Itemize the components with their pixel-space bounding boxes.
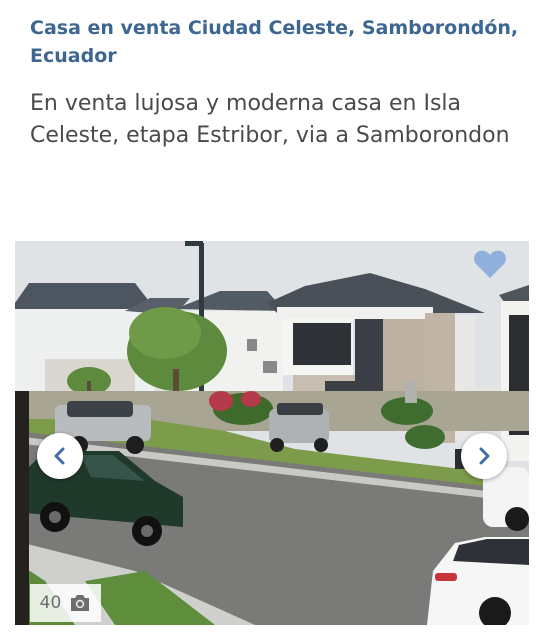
chevron-right-icon: [479, 447, 490, 465]
photo-count-badge[interactable]: 40: [30, 584, 101, 622]
favorite-button[interactable]: [473, 248, 507, 280]
listing-title: En venta lujosa y moderna casa en Isla C…: [30, 91, 510, 148]
next-photo-button[interactable]: [461, 433, 507, 479]
chevron-left-icon: [54, 447, 65, 465]
camera-icon: [71, 595, 90, 611]
photo-gallery[interactable]: 40: [15, 241, 529, 625]
heart-icon: [474, 250, 506, 278]
photo-count: 40: [39, 593, 62, 613]
property-photo[interactable]: [15, 241, 529, 625]
listing-location[interactable]: Casa en venta Ciudad Celeste, Samborondó…: [30, 14, 520, 70]
previous-photo-button[interactable]: [37, 433, 83, 479]
